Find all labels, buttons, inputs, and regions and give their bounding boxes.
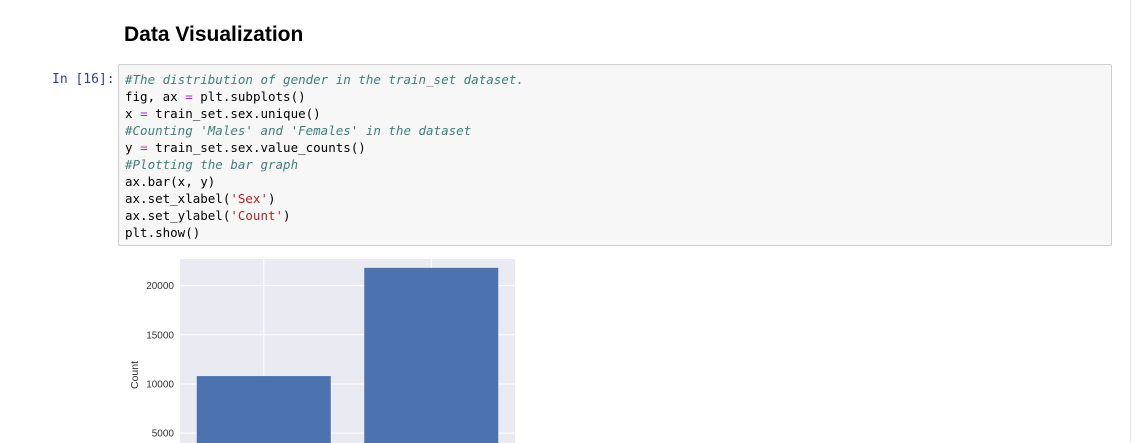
code-token: ax.set_xlabel( (125, 191, 231, 206)
code-line: fig, ax = plt.subplots() (125, 88, 524, 105)
code-token: ) (283, 208, 291, 223)
bar-chart-svg: 5000 10000 15000 20000 Count (129, 259, 515, 443)
code-token: 'Sex' (230, 191, 268, 206)
code-token: = (140, 106, 148, 121)
y-axis-label: Count (129, 361, 141, 389)
code-line: #Plotting the bar graph (125, 156, 524, 173)
code-line: ax.set_ylabel('Count') (125, 207, 524, 224)
code-line: #The distribution of gender in the train… (125, 71, 524, 88)
y-tick-label: 20000 (146, 281, 174, 292)
code-cell-editor[interactable]: #The distribution of gender in the train… (118, 64, 1112, 246)
code-token: #Plotting the bar graph (125, 157, 299, 172)
notebook-container-edge (1130, 0, 1131, 443)
code-line: plt.show() (125, 224, 524, 241)
code-token: = (185, 89, 193, 104)
section-heading: Data Visualization (124, 23, 304, 46)
bar-chart-output: 5000 10000 15000 20000 Count (118, 252, 528, 443)
bar (364, 267, 499, 443)
code-token: #Counting 'Males' and 'Females' in the d… (125, 123, 472, 138)
input-prompt: In [16]: (52, 72, 115, 87)
code-token: train_set.sex.value_counts() (147, 140, 366, 155)
code-line: x = train_set.sex.unique() (125, 105, 524, 122)
notebook-page: Data Visualization In [16]: #The distrib… (0, 0, 1138, 443)
code-token: fig, ax (125, 89, 186, 104)
code-token: 'Count' (230, 208, 284, 223)
code-token: x (125, 106, 141, 121)
code-line: ax.set_xlabel('Sex') (125, 190, 524, 207)
code-token: ax.set_ylabel( (125, 208, 231, 223)
code-token: ax.bar(x, y) (125, 174, 216, 189)
y-tick-label: 10000 (146, 379, 174, 390)
code-line: y = train_set.sex.value_counts() (125, 139, 524, 156)
code-token: ) (268, 191, 276, 206)
bar (196, 376, 331, 443)
code-token: train_set.sex.unique() (147, 106, 321, 121)
y-tick-label: 15000 (146, 330, 174, 341)
y-tick-label: 5000 (152, 429, 175, 440)
code-token: #The distribution of gender in the train… (125, 72, 524, 87)
code-token: = (140, 140, 148, 155)
code-token: plt.subplots() (192, 89, 306, 104)
code-line: ax.bar(x, y) (125, 173, 524, 190)
code-line: #Counting 'Males' and 'Females' in the d… (125, 122, 524, 139)
code-text[interactable]: #The distribution of gender in the train… (125, 71, 524, 241)
code-token: plt.show() (125, 225, 201, 240)
code-token: y (125, 140, 141, 155)
